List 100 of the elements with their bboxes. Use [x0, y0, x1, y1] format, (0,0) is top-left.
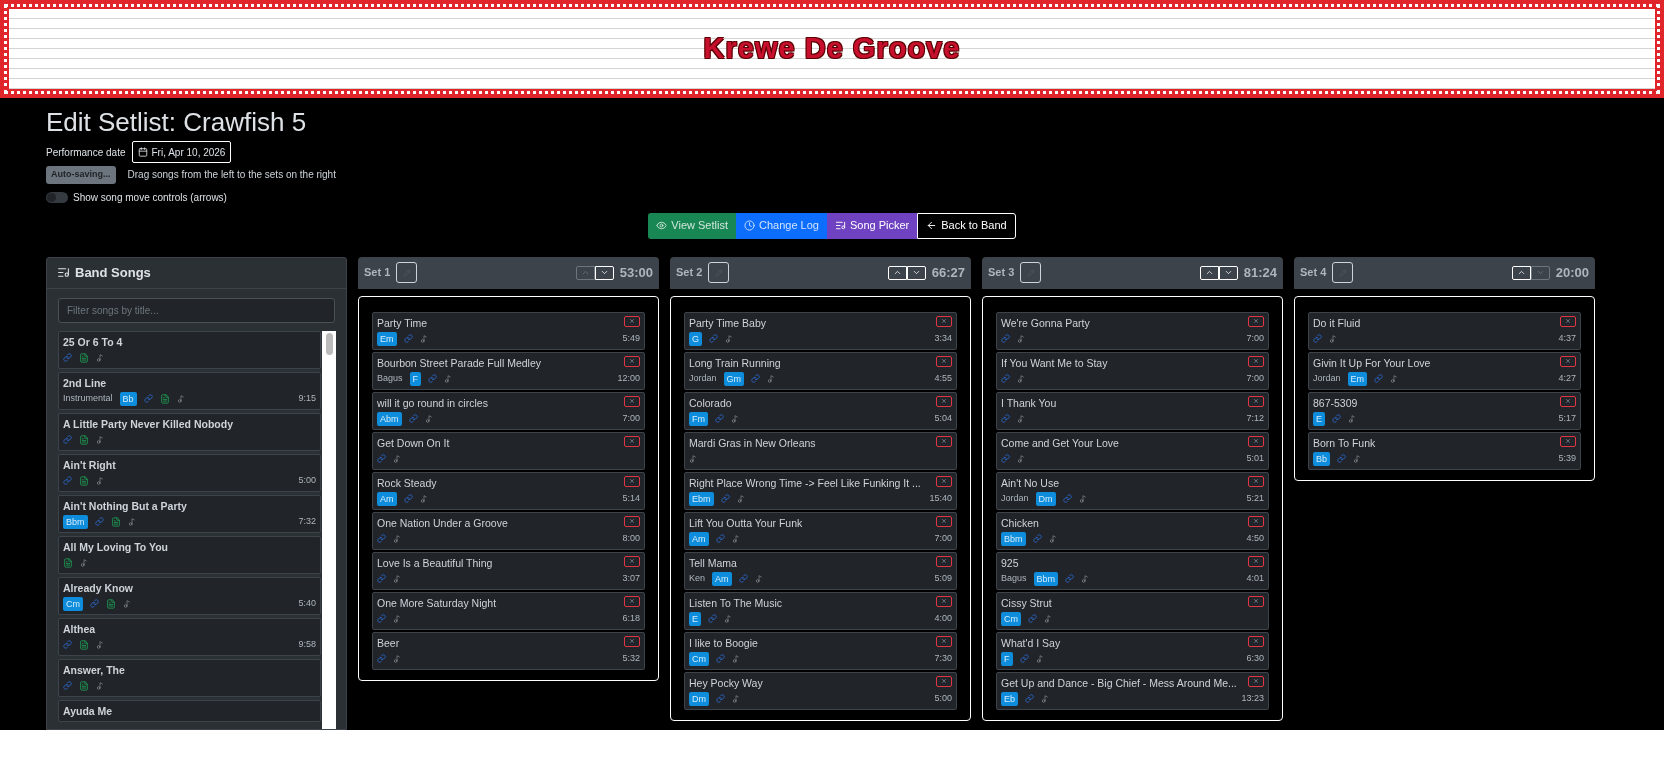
edit-set-button[interactable] [1332, 262, 1354, 283]
set-song-card[interactable]: Colorado Fm 5:04 [684, 391, 957, 430]
remove-button[interactable] [936, 595, 952, 607]
music-note-icon[interactable] [767, 374, 776, 383]
set-song-card[interactable]: Chicken Bbm 4:50 [996, 511, 1269, 550]
link-icon[interactable] [377, 454, 386, 463]
remove-button[interactable] [936, 475, 952, 487]
link-icon[interactable] [63, 640, 72, 649]
link-icon[interactable] [94, 517, 104, 526]
remove-button[interactable] [936, 435, 952, 447]
music-note-icon[interactable] [444, 374, 453, 383]
music-note-icon[interactable] [731, 534, 740, 543]
music-note-icon[interactable] [724, 614, 732, 623]
music-note-icon[interactable] [419, 334, 428, 343]
remove-button[interactable] [936, 355, 952, 367]
link-icon[interactable] [708, 614, 717, 623]
nav-button[interactable]: Change Log [735, 212, 827, 239]
set-song-card[interactable]: One Nation Under a Groove 8:00 [372, 511, 645, 550]
music-note-icon[interactable] [754, 574, 763, 583]
link-icon[interactable] [428, 374, 438, 383]
remove-button[interactable] [1248, 595, 1264, 607]
music-note-icon[interactable] [96, 640, 104, 649]
set-song-card[interactable]: Mardi Gras in New Orleans [684, 431, 957, 470]
remove-button[interactable] [1248, 315, 1264, 327]
set-song-card[interactable]: Lift You Outta Your Funk Am 7:00 [684, 511, 957, 550]
set-song-card[interactable]: Cissy Strut Cm [996, 591, 1269, 630]
music-note-icon[interactable] [393, 574, 401, 583]
music-note-icon[interactable] [725, 334, 733, 343]
link-icon[interactable] [715, 414, 724, 423]
set-song-card[interactable]: Do it Fluid 4:37 [1308, 311, 1581, 350]
set-song-card[interactable]: Love Is a Beautiful Thing 3:07 [372, 551, 645, 590]
remove-button[interactable] [624, 435, 640, 447]
link-icon[interactable] [408, 414, 418, 423]
set-song-card[interactable]: Givin It Up For Your Love Jordan Em 4:27 [1308, 351, 1581, 390]
set-song-card[interactable]: 867-5309 E 5:17 [1308, 391, 1581, 430]
remove-button[interactable] [624, 635, 640, 647]
move-set-down-button[interactable] [1530, 265, 1550, 280]
set-song-card[interactable]: Right Place Wrong Time -> Feel Like Funking It ... Ebm 15:40 [684, 471, 957, 510]
edit-set-button[interactable] [396, 262, 418, 283]
set-song-card[interactable]: Get Down On It [372, 431, 645, 470]
music-note-icon[interactable] [1081, 574, 1090, 583]
set-song-card[interactable]: I Thank You 7:12 [996, 391, 1269, 430]
link-icon[interactable] [1001, 454, 1010, 463]
link-icon[interactable] [143, 394, 153, 403]
music-note-icon[interactable] [123, 599, 131, 608]
link-icon[interactable] [63, 353, 72, 362]
music-note-icon[interactable] [689, 454, 697, 463]
band-song-card[interactable]: All My Loving To You [58, 535, 321, 574]
remove-button[interactable] [1248, 435, 1264, 447]
remove-button[interactable] [1248, 555, 1264, 567]
edit-set-button[interactable] [708, 262, 730, 283]
band-song-card[interactable]: Ain't Nothing But a Party Bbm 7:32 [58, 494, 321, 533]
remove-button[interactable] [624, 515, 640, 527]
set-song-card[interactable]: Rock Steady Am 5:14 [372, 471, 645, 510]
set-song-card[interactable]: Tell Mama Ken Am 5:09 [684, 551, 957, 590]
nav-button[interactable]: View Setlist [648, 212, 736, 239]
edit-set-button[interactable] [1020, 262, 1042, 283]
music-note-icon[interactable] [1390, 374, 1399, 383]
nav-button[interactable]: Song Picker [826, 212, 918, 239]
remove-button[interactable] [624, 475, 640, 487]
link-icon[interactable] [1313, 334, 1322, 343]
music-note-icon[interactable] [1041, 694, 1049, 703]
document-icon[interactable] [79, 434, 89, 445]
remove-button[interactable] [1560, 315, 1576, 327]
set-song-card[interactable]: Long Train Running Jordan Gm 4:55 [684, 351, 957, 390]
remove-button[interactable] [1560, 395, 1576, 407]
band-song-card[interactable]: 25 Or 6 To 4 [58, 330, 321, 369]
link-icon[interactable] [738, 574, 748, 583]
remove-button[interactable] [1560, 435, 1576, 447]
music-note-icon[interactable] [96, 353, 104, 362]
remove-button[interactable] [936, 675, 952, 687]
link-icon[interactable] [1332, 414, 1341, 423]
document-icon[interactable] [79, 639, 89, 650]
music-note-icon[interactable] [393, 654, 401, 663]
link-icon[interactable] [1374, 374, 1384, 383]
music-note-icon[interactable] [1017, 334, 1025, 343]
remove-button[interactable] [1248, 355, 1264, 367]
remove-button[interactable] [1248, 395, 1264, 407]
set-song-card[interactable]: 925 Bagus Bbm 4:01 [996, 551, 1269, 590]
music-note-icon[interactable] [1348, 414, 1356, 423]
set-song-card[interactable]: Born To Funk Bb 5:39 [1308, 431, 1581, 470]
link-icon[interactable] [377, 614, 386, 623]
link-icon[interactable] [1001, 334, 1010, 343]
link-icon[interactable] [716, 694, 725, 703]
band-song-card[interactable]: Already Know Cm 5:40 [58, 576, 321, 615]
remove-button[interactable] [624, 315, 640, 327]
link-icon[interactable] [1025, 694, 1034, 703]
music-note-icon[interactable] [1017, 414, 1025, 423]
document-icon[interactable] [63, 557, 73, 568]
music-note-icon[interactable] [1078, 494, 1087, 503]
link-icon[interactable] [377, 574, 386, 583]
set-song-card[interactable]: If You Want Me to Stay 7:00 [996, 351, 1269, 390]
set-song-card[interactable]: Come and Get Your Love 5:01 [996, 431, 1269, 470]
document-icon[interactable] [79, 352, 89, 363]
music-note-icon[interactable] [1035, 654, 1044, 663]
remove-button[interactable] [936, 555, 952, 567]
link-icon[interactable] [1062, 494, 1072, 503]
music-note-icon[interactable] [127, 517, 136, 526]
link-icon[interactable] [403, 334, 413, 343]
music-note-icon[interactable] [1017, 374, 1025, 383]
